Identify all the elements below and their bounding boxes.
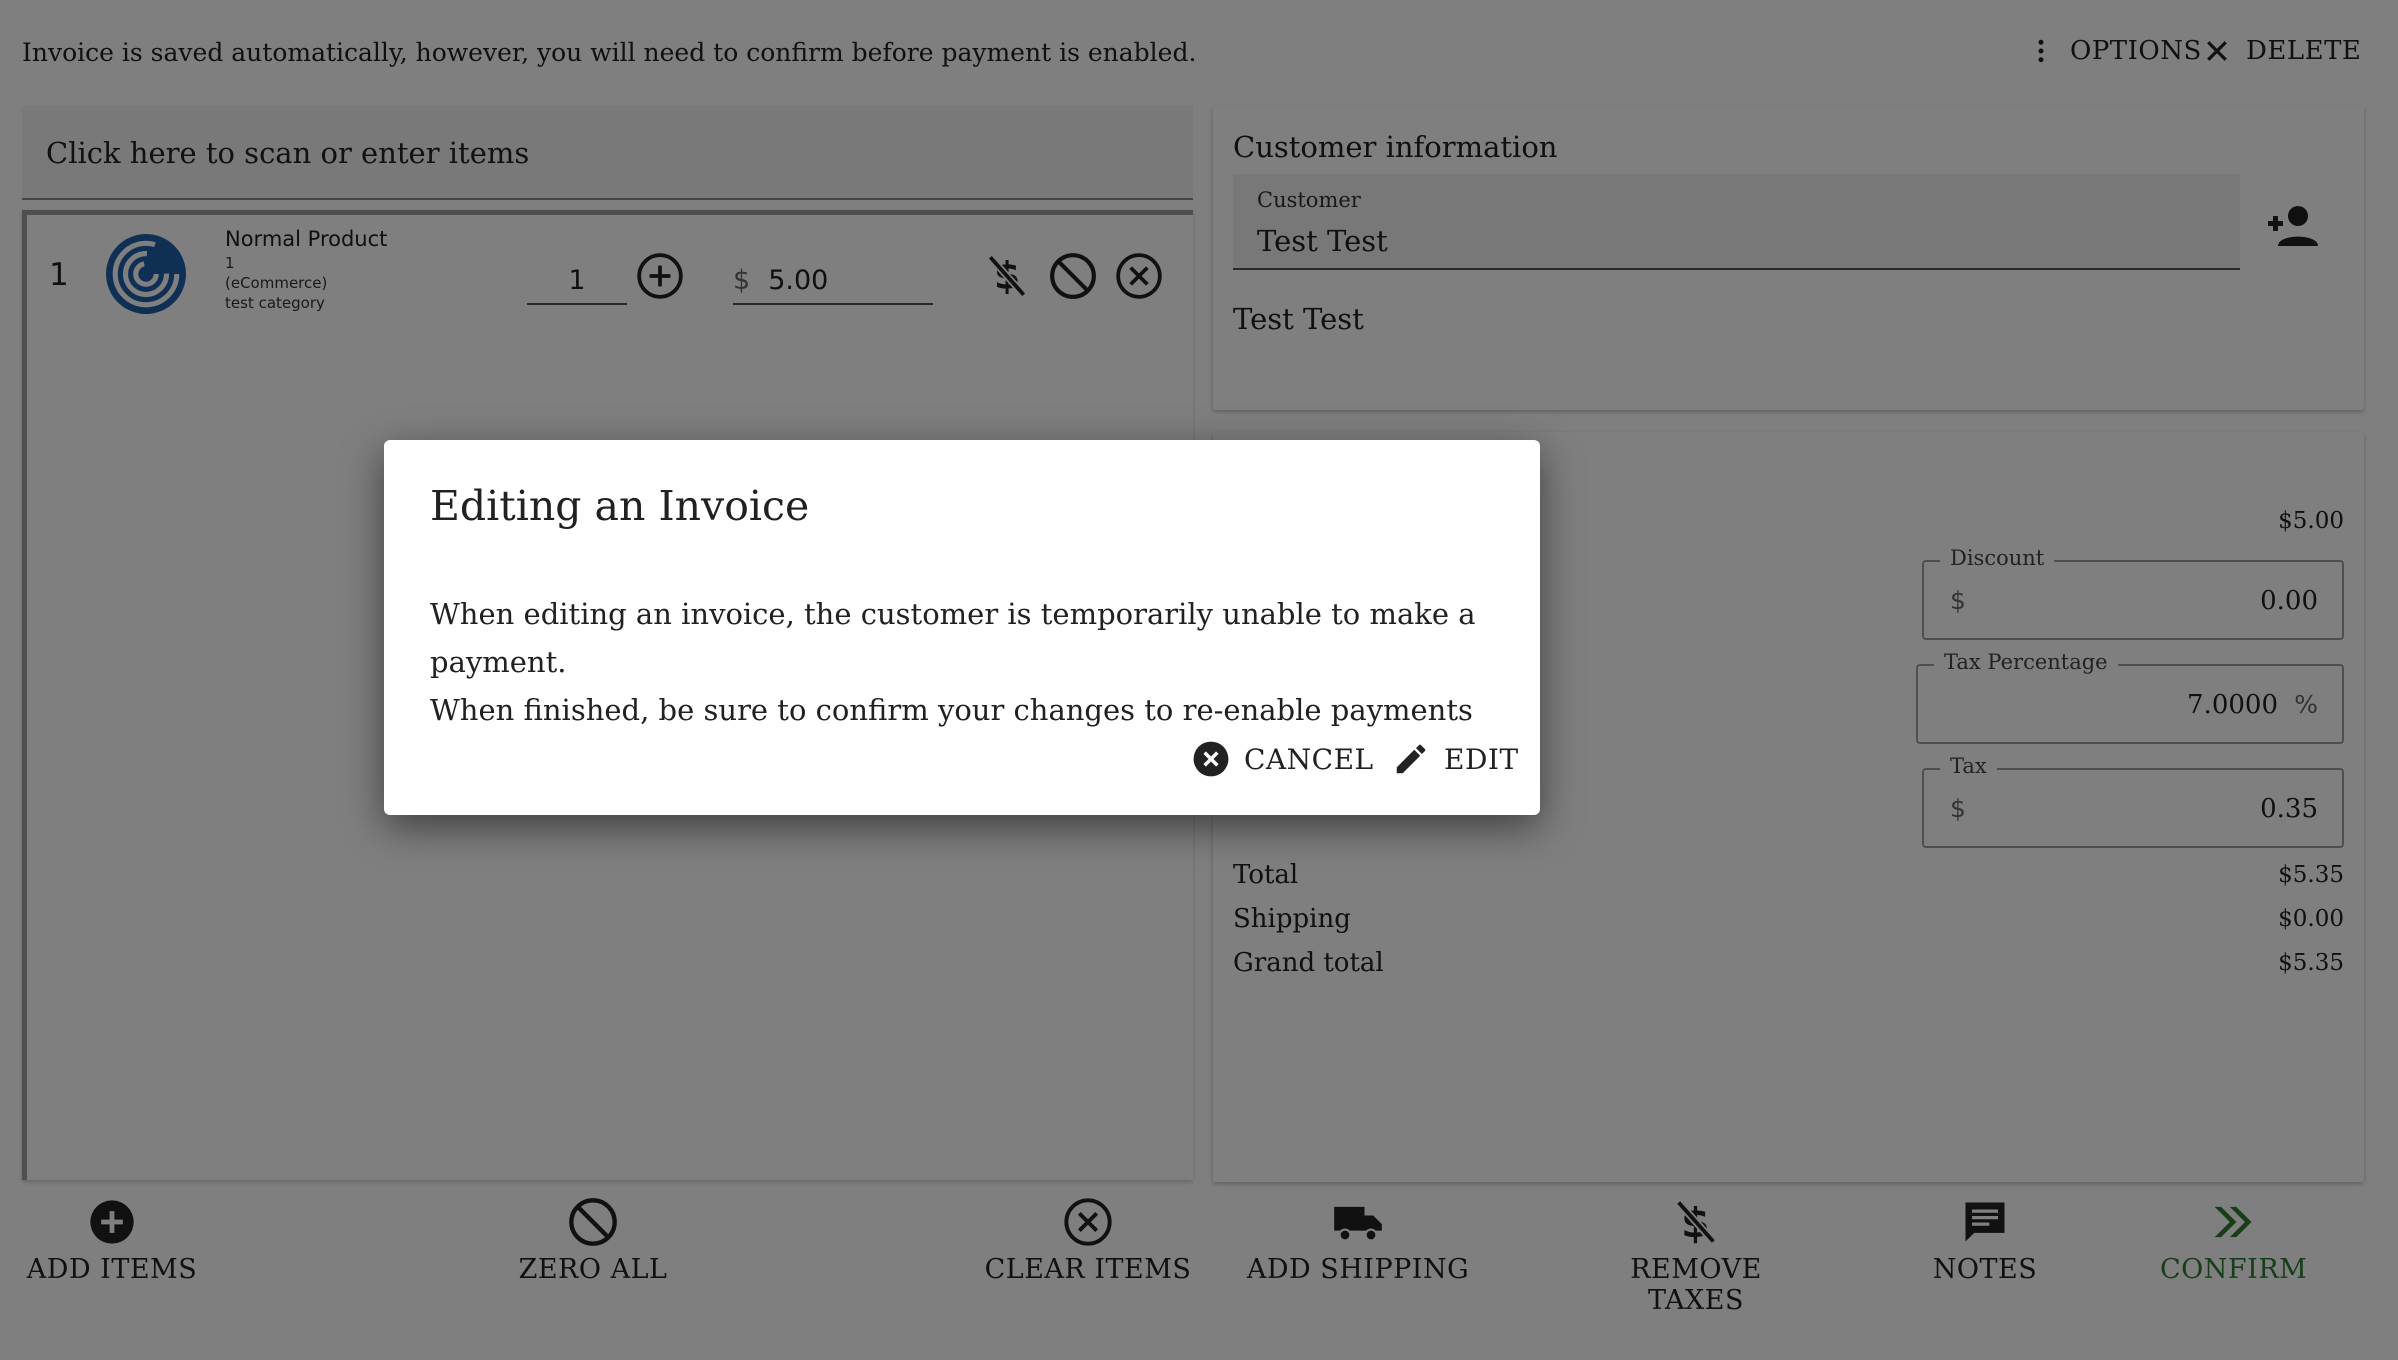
edit-label: EDIT bbox=[1444, 742, 1519, 776]
pencil-icon bbox=[1396, 744, 1426, 774]
cancel-label: CANCEL bbox=[1244, 742, 1374, 776]
dialog-body-line-2: When finished, be sure to confirm your c… bbox=[430, 693, 1473, 727]
dialog-title: Editing an Invoice bbox=[430, 482, 810, 530]
cancel-circle-icon bbox=[1193, 741, 1229, 777]
edit-invoice-dialog: Editing an Invoice When editing an invoi… bbox=[384, 440, 1540, 815]
dialog-body: When editing an invoice, the customer is… bbox=[430, 590, 1510, 734]
cancel-button[interactable]: CANCEL bbox=[1192, 740, 1374, 778]
edit-button[interactable]: EDIT bbox=[1392, 740, 1519, 778]
dialog-body-line-1: When editing an invoice, the customer is… bbox=[430, 597, 1476, 679]
